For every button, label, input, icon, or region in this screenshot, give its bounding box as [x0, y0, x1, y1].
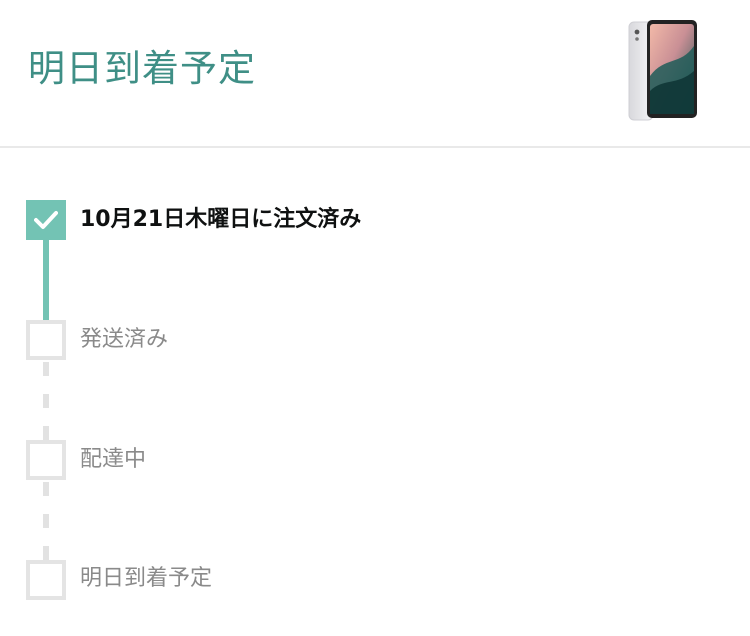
progress-line-dash [43, 394, 49, 408]
header: 明日到着予定 [0, 0, 750, 148]
step-out-for-delivery-checkbox [26, 440, 66, 480]
step-shipped-checkbox [26, 320, 66, 360]
progress-line-dash [43, 514, 49, 528]
progress-line-completed [43, 238, 49, 322]
product-thumbnail[interactable] [625, 16, 701, 126]
step-shipped-label: 発送済み [80, 327, 169, 352]
check-icon [34, 211, 58, 229]
shipment-timeline: 10月21日木曜日に注文済み 発送済み 配達中 明日到着予定 [0, 150, 750, 636]
step-arriving-tomorrow-checkbox [26, 560, 66, 600]
progress-line-dash [43, 482, 49, 496]
progress-line-dash [43, 362, 49, 376]
step-out-for-delivery-label: 配達中 [80, 447, 147, 472]
progress-line-dash [43, 546, 49, 560]
progress-line-dash [43, 426, 49, 440]
step-ordered-label: 10月21日木曜日に注文済み [80, 207, 362, 232]
page-title: 明日到着予定 [28, 47, 256, 90]
step-ordered-checkbox [26, 200, 66, 240]
step-arriving-tomorrow-label: 明日到着予定 [80, 566, 213, 591]
order-tracking-page: 明日到着予定 10月21日木曜日に注文済み 発送済み 配達中 明日到着予定 [0, 0, 750, 636]
